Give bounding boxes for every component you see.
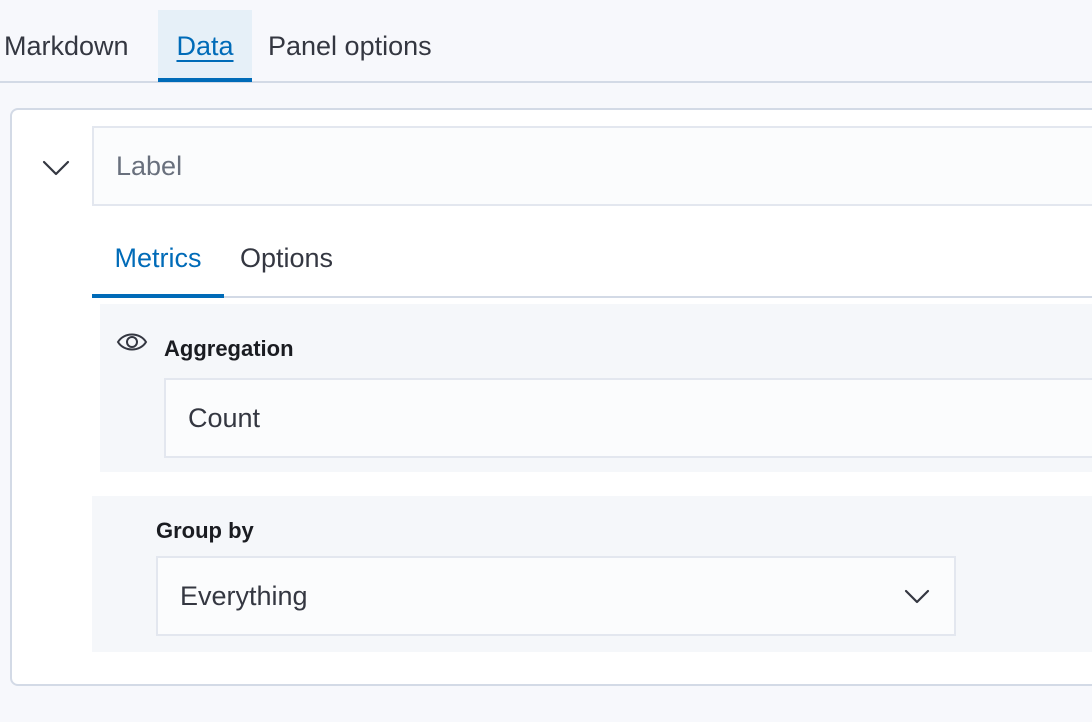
collapse-chevron-icon[interactable] [38, 150, 74, 186]
aggregation-select[interactable]: Count [164, 378, 1092, 458]
tab-markdown[interactable]: Markdown [4, 10, 129, 82]
series-label-input[interactable] [92, 126, 1092, 206]
tab-data[interactable]: Data [158, 10, 252, 82]
tab-metrics[interactable]: Metrics [92, 222, 224, 298]
group-by-value: Everything [180, 581, 308, 611]
eye-icon[interactable] [116, 330, 148, 354]
aggregation-row: Aggregation Count [100, 304, 1092, 472]
editor-tabs: Markdown Data Panel options [0, 0, 1092, 83]
group-by-label: Group by [156, 518, 254, 543]
aggregation-label: Aggregation [164, 336, 294, 361]
tab-options[interactable]: Options [240, 222, 333, 298]
group-by-select[interactable]: Everything [156, 556, 956, 636]
group-by-row: Group by Everything [92, 496, 1092, 652]
tab-panel-options[interactable]: Panel options [268, 10, 432, 82]
series-tabs: Metrics Options [92, 222, 1092, 298]
series-panel: Metrics Options Aggregation Count Group … [10, 108, 1092, 686]
chevron-down-icon [904, 589, 930, 604]
